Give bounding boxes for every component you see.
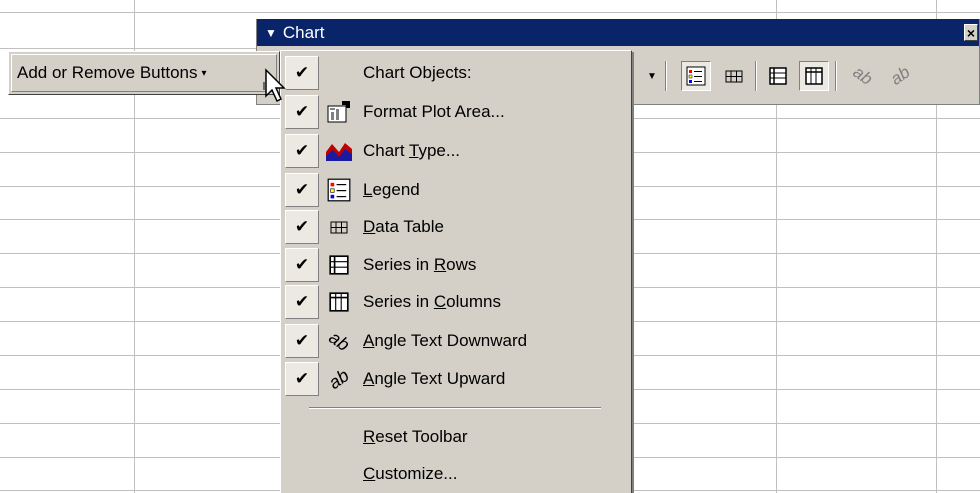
chart-objects-menu: ✔ Chart Objects: ✔ Format Plot Area... ✔…: [280, 50, 632, 493]
check-icon: ✔: [285, 285, 319, 319]
menu-item-label: Angle Text Upward: [363, 369, 506, 388]
series-in-columns-icon: [805, 67, 823, 85]
angle-text-upward-button[interactable]: ab: [885, 61, 915, 91]
menu-item-label: Reset Toolbar: [363, 427, 468, 446]
add-or-remove-buttons-label: Add or Remove Buttons: [17, 63, 198, 82]
check-icon: ✔: [285, 210, 319, 244]
data-table-button[interactable]: [719, 61, 749, 91]
menu-item-series-in-columns[interactable]: ✔ Series in Columns: [283, 284, 629, 320]
menu-item-angle-text-downward[interactable]: ✔ ab Angle Text Downward: [283, 323, 629, 359]
grid-line: [0, 12, 980, 13]
add-or-remove-buttons[interactable]: Add or Remove Buttons ▾: [8, 51, 280, 95]
close-button[interactable]: ×: [964, 24, 978, 41]
menu-item-label: Legend: [363, 180, 420, 199]
menu-item-label: Angle Text Downward: [363, 331, 528, 350]
check-icon: ✔: [285, 248, 319, 282]
menu-item-legend[interactable]: ✔ Legend: [283, 172, 629, 208]
menu-item-label: Series in Rows: [363, 255, 477, 274]
menu-separator: [309, 407, 601, 409]
toolbar-title: Chart: [282, 22, 325, 42]
toolbar-separator: [665, 61, 667, 91]
menu-item-label: Chart Objects:: [363, 63, 472, 82]
menu-item-format-plot-area[interactable]: ✔ Format Plot Area...: [283, 94, 629, 130]
menu-item-chart-type[interactable]: ✔ Chart Type...: [283, 133, 629, 169]
check-icon: ✔: [285, 324, 319, 358]
menu-item-label: Series in Columns: [363, 292, 501, 311]
check-icon: ✔: [285, 173, 319, 207]
mouse-pointer-icon: [263, 68, 286, 103]
menu-item-label: Data Table: [363, 217, 444, 236]
menu-item-label: Chart Type...: [363, 141, 461, 160]
legend-icon: [327, 178, 351, 202]
chevron-right-icon: ▾: [201, 67, 207, 79]
legend-button[interactable]: [681, 61, 711, 91]
format-plot-area-icon: [327, 101, 350, 123]
toolbar-options-arrow-icon[interactable]: ▼: [265, 26, 277, 40]
series-in-columns-icon: [329, 292, 349, 312]
menu-item-customize[interactable]: Customize...: [283, 456, 629, 492]
series-in-rows-button[interactable]: [763, 61, 793, 91]
data-table-icon: [725, 70, 743, 83]
angle-text-upward-icon: ab: [324, 364, 353, 393]
check-icon: ✔: [285, 362, 319, 396]
menu-item-reset-toolbar[interactable]: Reset Toolbar: [283, 419, 629, 455]
menu-item-angle-text-upward[interactable]: ✔ ab Angle Text Upward: [283, 361, 629, 397]
chart-type-icon: [326, 143, 352, 161]
data-table-icon: [330, 221, 348, 234]
series-in-rows-icon: [769, 67, 787, 85]
angle-text-downward-button[interactable]: ab: [847, 61, 877, 91]
menu-item-series-in-rows[interactable]: ✔ Series in Rows: [283, 247, 629, 283]
toolbar-title-bar[interactable]: ▼ Chart ×: [257, 19, 979, 46]
menu-item-label: Format Plot Area...: [363, 102, 505, 121]
check-icon: ✔: [285, 134, 319, 168]
angle-text-downward-icon: ab: [325, 326, 354, 355]
toolbar-separator: [755, 61, 757, 91]
chart-type-dropdown-arrow-icon[interactable]: ▼: [645, 61, 659, 91]
menu-item-data-table[interactable]: ✔ Data Table: [283, 209, 629, 245]
angle-text-upward-icon: ab: [886, 62, 913, 89]
menu-item-label: Customize...: [363, 464, 458, 483]
series-in-columns-button[interactable]: [799, 61, 829, 91]
angle-text-downward-icon: ab: [849, 62, 876, 89]
menu-item-chart-objects[interactable]: ✔ Chart Objects:: [283, 55, 629, 91]
legend-icon: [686, 66, 706, 86]
toolbar-separator: [835, 61, 837, 91]
series-in-rows-icon: [329, 255, 349, 275]
